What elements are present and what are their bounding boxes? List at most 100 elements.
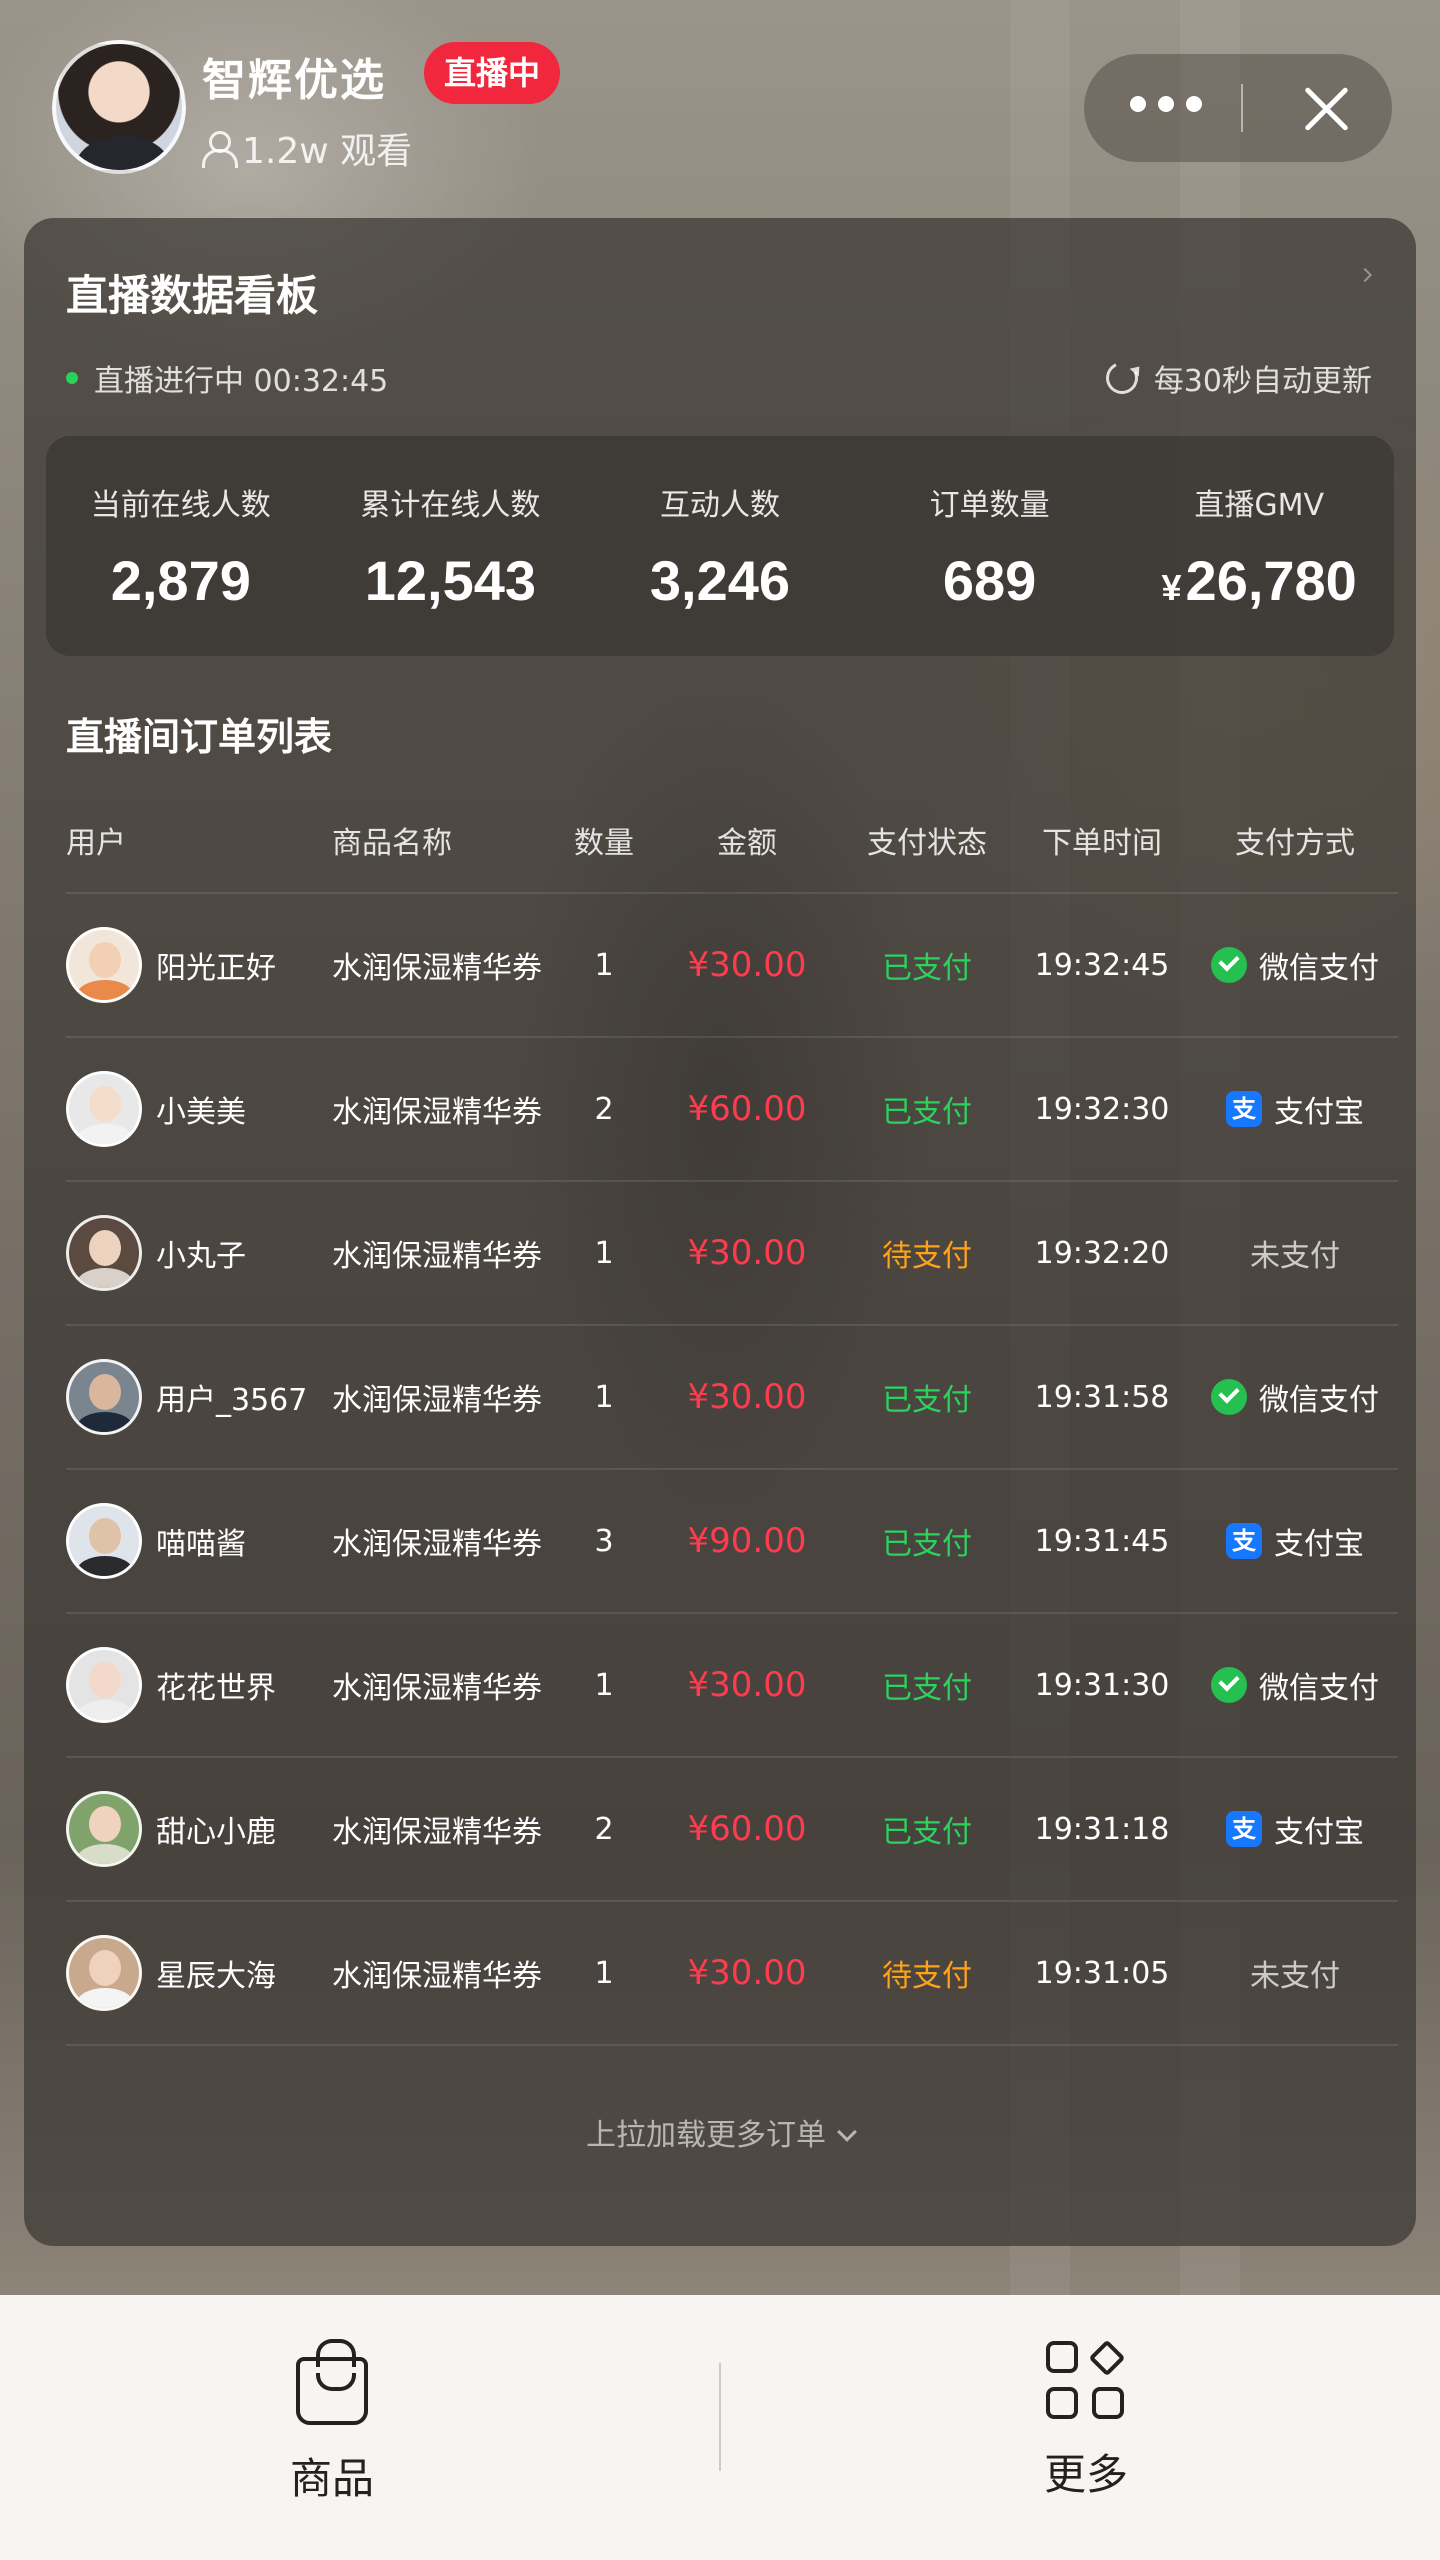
col-status: 支付状态 bbox=[867, 826, 987, 861]
table-row[interactable]: 用户_3567 水润保湿精华券 1 ¥30.00 已支付 19:31:58 微信… bbox=[66, 1326, 1398, 1470]
bottom-toolbar: 商品 更多 bbox=[0, 2295, 1440, 2560]
payment-method-text: 微信支付 bbox=[1259, 1671, 1379, 1706]
load-more-orders[interactable]: 上拉加载更多订单 bbox=[24, 2110, 1416, 2154]
person-icon bbox=[202, 131, 238, 168]
shopping-bag-icon bbox=[296, 2339, 368, 2425]
quantity: 2 bbox=[594, 1811, 614, 1847]
more-label: 更多 bbox=[1043, 2450, 1128, 2499]
stat-gmv: 直播GMV ¥26,780 bbox=[1124, 436, 1394, 656]
quantity: 1 bbox=[594, 1235, 614, 1271]
payment-method: 支支付宝 bbox=[1192, 1087, 1398, 1131]
user-name: 星辰大海 bbox=[156, 1959, 276, 1994]
col-product: 商品名称 bbox=[332, 826, 452, 861]
currency-symbol: ¥ bbox=[1161, 567, 1182, 608]
table-row[interactable]: 小美美 水润保湿精华券 2 ¥60.00 已支付 19:32:30 支支付宝 bbox=[66, 1038, 1398, 1182]
collapse-icon[interactable] bbox=[1357, 267, 1373, 283]
col-user: 用户 bbox=[66, 826, 126, 861]
chevron-down-icon bbox=[837, 2122, 857, 2142]
wechat-pay-icon bbox=[1211, 1379, 1247, 1415]
table-row[interactable]: 花花世界 水润保湿精华券 1 ¥30.00 已支付 19:31:30 微信支付 bbox=[66, 1614, 1398, 1758]
capsule-divider bbox=[1241, 84, 1243, 132]
stat-value: 2,879 bbox=[110, 549, 251, 612]
payment-method-text: 支付宝 bbox=[1274, 1527, 1364, 1562]
table-row[interactable]: 喵喵酱 水润保湿精华券 3 ¥90.00 已支付 19:31:45 支支付宝 bbox=[66, 1470, 1398, 1614]
col-time: 下单时间 bbox=[1042, 826, 1162, 861]
order-time: 19:31:30 bbox=[1034, 1667, 1170, 1703]
product-name: 水润保湿精华券 bbox=[332, 1527, 542, 1562]
stat-orders: 订单数量 689 bbox=[855, 436, 1125, 656]
table-row[interactable]: 小丸子 水润保湿精华券 1 ¥30.00 待支付 19:32:20 未支付 bbox=[66, 1182, 1398, 1326]
stat-value: ¥26,780 bbox=[1124, 548, 1394, 613]
payment-method: 微信支付 bbox=[1192, 943, 1398, 987]
payment-status: 待支付 bbox=[882, 1959, 972, 1994]
stat-label: 订单数量 bbox=[929, 488, 1050, 523]
user-avatar bbox=[66, 1215, 142, 1291]
user-name: 小丸子 bbox=[156, 1239, 246, 1274]
stat-value: 12,543 bbox=[364, 549, 537, 612]
payment-method: 未支付 bbox=[1192, 1951, 1398, 1995]
amount: ¥30.00 bbox=[687, 945, 807, 985]
product-name: 水润保湿精华券 bbox=[332, 1095, 542, 1130]
order-list-title: 直播间订单列表 bbox=[66, 715, 333, 759]
user-name: 花花世界 bbox=[156, 1671, 276, 1706]
stat-label: 直播GMV bbox=[1194, 488, 1324, 523]
wechat-pay-icon bbox=[1211, 947, 1247, 983]
toolbar-divider bbox=[719, 2363, 721, 2471]
order-time: 19:31:05 bbox=[1034, 1955, 1170, 1991]
auto-refresh-text: 每30秒自动更新 bbox=[1153, 364, 1372, 399]
quantity: 1 bbox=[594, 1667, 614, 1703]
payment-method: 支支付宝 bbox=[1192, 1807, 1398, 1851]
stats-card: 当前在线人数 2,879 累计在线人数 12,543 互动人数 3,246 订单… bbox=[46, 436, 1394, 656]
user-name: 小美美 bbox=[156, 1095, 246, 1130]
amount: ¥30.00 bbox=[687, 1953, 807, 1993]
col-amount: 金额 bbox=[717, 826, 777, 861]
quantity: 2 bbox=[594, 1091, 614, 1127]
user-avatar bbox=[66, 1647, 142, 1723]
payment-method-text: 支付宝 bbox=[1274, 1815, 1364, 1850]
user-name: 阳光正好 bbox=[156, 951, 276, 986]
stat-value: 689 bbox=[942, 549, 1037, 612]
anchor-avatar[interactable] bbox=[52, 40, 186, 174]
alipay-icon: 支 bbox=[1226, 1811, 1262, 1847]
user-avatar bbox=[66, 927, 142, 1003]
user-avatar bbox=[66, 1791, 142, 1867]
table-row[interactable]: 甜心小鹿 水润保湿精华券 2 ¥60.00 已支付 19:31:18 支支付宝 bbox=[66, 1758, 1398, 1902]
amount: ¥30.00 bbox=[687, 1377, 807, 1417]
anchor-name[interactable]: 智辉优选 bbox=[202, 44, 386, 108]
payment-status: 待支付 bbox=[882, 1239, 972, 1274]
product-name: 水润保湿精华券 bbox=[332, 1815, 542, 1850]
close-icon[interactable] bbox=[1300, 82, 1352, 134]
quantity: 1 bbox=[594, 1955, 614, 1991]
payment-status: 已支付 bbox=[882, 1383, 972, 1418]
table-row[interactable]: 阳光正好 水润保湿精华券 1 ¥30.00 已支付 19:32:45 微信支付 bbox=[66, 894, 1398, 1038]
product-name: 水润保湿精华券 bbox=[332, 1959, 542, 1994]
quantity: 1 bbox=[594, 1379, 614, 1415]
payment-method: 支支付宝 bbox=[1192, 1519, 1398, 1563]
payment-method-text: 未支付 bbox=[1250, 1959, 1340, 1994]
wechat-pay-icon bbox=[1211, 1667, 1247, 1703]
ellipsis-icon[interactable] bbox=[1130, 96, 1202, 112]
order-time: 19:31:18 bbox=[1034, 1811, 1170, 1847]
payment-method-text: 微信支付 bbox=[1259, 951, 1379, 986]
product-name: 水润保湿精华券 bbox=[332, 1239, 542, 1274]
load-more-text: 上拉加载更多订单 bbox=[586, 2118, 826, 2153]
alipay-icon: 支 bbox=[1226, 1091, 1262, 1127]
payment-status: 已支付 bbox=[882, 1815, 972, 1850]
viewer-count: 1.2w 观看 bbox=[202, 122, 412, 174]
order-time: 19:32:45 bbox=[1034, 947, 1170, 983]
apps-grid-icon bbox=[1046, 2339, 1126, 2421]
stat-label: 累计在线人数 bbox=[360, 488, 541, 523]
user-avatar bbox=[66, 1071, 142, 1147]
refresh-icon[interactable] bbox=[1101, 357, 1143, 399]
table-row[interactable]: 星辰大海 水润保湿精华券 1 ¥30.00 待支付 19:31:05 未支付 bbox=[66, 1902, 1398, 2046]
col-qty: 数量 bbox=[574, 826, 634, 861]
auto-refresh[interactable]: 每30秒自动更新 bbox=[1101, 356, 1372, 400]
product-name: 水润保湿精华券 bbox=[332, 951, 542, 986]
payment-method: 微信支付 bbox=[1192, 1375, 1398, 1419]
more-button[interactable]: 更多 bbox=[966, 2339, 1206, 2502]
order-table: 用户 商品名称 数量 金额 支付状态 下单时间 支付方式 阳光正好 水润保湿精华… bbox=[66, 788, 1398, 2046]
dashboard-title: 直播数据看板 bbox=[66, 271, 319, 320]
live-dot-icon bbox=[66, 372, 78, 384]
goods-button[interactable]: 商品 bbox=[212, 2339, 452, 2506]
payment-status: 已支付 bbox=[882, 1095, 972, 1130]
